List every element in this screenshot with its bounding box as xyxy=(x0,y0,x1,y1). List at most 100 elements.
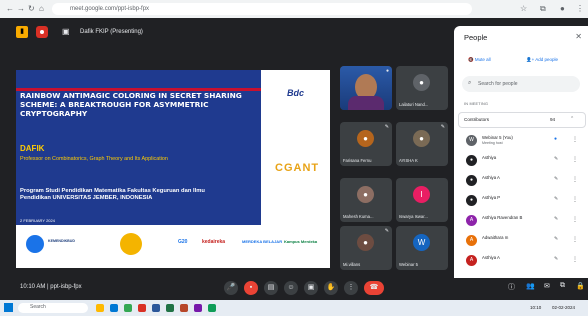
camera-shirt xyxy=(348,96,384,110)
avatar: A xyxy=(466,215,477,226)
speaking-icon: ● xyxy=(554,136,558,142)
more-vert-icon[interactable]: ⋮ xyxy=(572,236,578,243)
people-icon[interactable]: 👥 xyxy=(526,282,535,290)
excel-icon[interactable] xyxy=(166,304,174,312)
participant-tile[interactable]: W Webinar 5 xyxy=(396,226,448,270)
more-vert-icon[interactable]: ⋮ xyxy=(572,136,578,143)
onenote-icon[interactable] xyxy=(194,304,202,312)
mic-off-icon: ✎ xyxy=(554,156,559,162)
meet-control-bar: 10:10 AM | ppt-isbp-fpx 🎤 ▪ ▤ ☺ ▣ ✋ ⋮ ☎ xyxy=(0,278,588,300)
meet-stage: ▮ ▣ Dafik FKIP (Presenting) RAINBOW ANTI… xyxy=(0,18,452,278)
mute-all-button[interactable]: 🔇 Mute all xyxy=(468,54,491,66)
meeting-clock: 10:10 AM xyxy=(20,284,46,290)
participant-tile[interactable]: ● ✎ AYISHA K xyxy=(396,122,448,166)
participant-tile[interactable]: ● Mahesh Kuma... xyxy=(340,178,392,222)
list-item[interactable]: ● Asthiya A ✎ ⋮ xyxy=(454,172,588,192)
captions-button[interactable]: ▤ xyxy=(264,281,278,295)
avatar: ● xyxy=(466,195,477,206)
close-icon[interactable]: ✕ xyxy=(575,32,582,41)
mic-button[interactable]: 🎤 xyxy=(224,281,238,295)
section-label: IN MEETING xyxy=(464,102,489,106)
more-options-button[interactable]: ⋮ xyxy=(344,281,358,295)
camera-button[interactable]: ▪ xyxy=(244,281,258,295)
mic-off-icon: ✎ xyxy=(554,216,559,222)
participant-tile[interactable]: ● ✎ Mi.villans xyxy=(340,226,392,270)
avatar: I xyxy=(413,186,430,203)
mic-off-icon: ✎ xyxy=(554,236,559,242)
list-item[interactable]: W Webinar 5 (You) Meeting host ● ⋮ xyxy=(454,132,588,152)
list-item[interactable]: ● Asthiya P ✎ ⋮ xyxy=(454,192,588,212)
cgant-logo: CGANT xyxy=(275,162,320,174)
participant-tile[interactable]: I Iswarya Iswar... xyxy=(396,178,448,222)
powerpoint-icon[interactable] xyxy=(180,304,188,312)
raise-hand-button[interactable]: ✋ xyxy=(324,281,338,295)
meet-icon[interactable] xyxy=(208,304,216,312)
taskbar-search-label: Search xyxy=(30,304,46,310)
menu-icon[interactable]: ⋮ xyxy=(576,4,584,14)
footer-logo-5: Kampus Merdeka xyxy=(284,239,318,244)
extensions-icon[interactable]: ⧉ xyxy=(540,4,546,14)
slide-role: Professor on Combinatorics, Graph Theory… xyxy=(20,156,168,162)
folder-icon[interactable] xyxy=(96,304,104,312)
recording-icon xyxy=(36,26,48,38)
panel-title: People xyxy=(464,33,488,42)
mic-off-icon: ✎ xyxy=(554,256,559,262)
person-name: Adwaithara m xyxy=(482,235,509,240)
forward-icon[interactable]: → xyxy=(17,4,25,14)
back-icon[interactable]: ← xyxy=(6,4,14,14)
more-vert-icon[interactable]: ⋮ xyxy=(572,216,578,223)
person-name: Asthiya xyxy=(482,155,497,160)
list-item[interactable]: ● Asthiya ✎ ⋮ xyxy=(454,152,588,172)
home-icon[interactable]: ⌂ xyxy=(39,4,44,14)
mic-off-icon: ● xyxy=(385,68,389,74)
slide-author: DAFIK xyxy=(20,144,45,153)
info-icon[interactable]: ⓘ xyxy=(508,282,515,292)
lock-icon[interactable]: 🔒 xyxy=(576,282,585,290)
search-placeholder: Search for people xyxy=(478,81,518,87)
slide-logo-column: Bdc CGANT xyxy=(261,70,330,225)
avatar: ● xyxy=(466,175,477,186)
chrome-icon[interactable] xyxy=(124,304,132,312)
mic-off-icon: ✎ xyxy=(554,196,559,202)
mute-all-label: Mute all xyxy=(474,57,491,62)
present-button[interactable]: ▣ xyxy=(304,281,318,295)
participant-tile[interactable]: ● ✎ Farisana Fernu xyxy=(340,122,392,166)
windows-start-icon[interactable] xyxy=(4,303,13,312)
reload-icon[interactable]: ↻ xyxy=(28,4,35,14)
mic-off-icon: ✎ xyxy=(440,124,445,130)
emoji-button[interactable]: ☺ xyxy=(284,281,298,295)
add-people-button[interactable]: 👤+ Add people xyxy=(526,54,558,66)
list-item[interactable]: A Asthiya Ravendran B ✎ ⋮ xyxy=(454,212,588,232)
taskbar-search[interactable] xyxy=(18,303,88,313)
avatar: ● xyxy=(357,234,374,251)
participant-tile[interactable]: ● xyxy=(340,66,392,110)
meeting-code: ppt-isbp-fpx xyxy=(50,284,82,290)
profile-icon[interactable]: ● xyxy=(560,4,565,14)
participant-name: Webinar 5 xyxy=(399,262,419,267)
edge-icon[interactable] xyxy=(110,304,118,312)
list-item[interactable]: A Asthiya A ✎ ⋮ xyxy=(454,252,588,272)
more-vert-icon[interactable]: ⋮ xyxy=(572,156,578,163)
more-vert-icon[interactable]: ⋮ xyxy=(572,256,578,263)
word-icon[interactable] xyxy=(152,304,160,312)
mic-off-icon: ✎ xyxy=(384,228,389,234)
taskbar-time: 10:10 xyxy=(530,305,542,310)
more-vert-icon[interactable]: ⋮ xyxy=(572,196,578,203)
person-name: Asthiya Ravendran B xyxy=(482,215,523,220)
participant-tile[interactable]: ● Lailaturi Nand... xyxy=(396,66,448,110)
mic-off-icon: ✎ xyxy=(554,176,559,182)
meeting-time: 10:10 AM | ppt-isbp-fpx xyxy=(20,284,82,290)
avatar: A xyxy=(466,235,477,246)
chat-icon[interactable]: ✉ xyxy=(544,282,550,290)
kemendikbud-logo xyxy=(26,235,44,253)
app-icon[interactable] xyxy=(138,304,146,312)
end-call-button[interactable]: ☎ xyxy=(364,281,384,295)
list-item[interactable]: A Adwaithara m ✎ ⋮ xyxy=(454,232,588,252)
activities-icon[interactable]: ⧉ xyxy=(560,282,565,290)
more-vert-icon[interactable]: ⋮ xyxy=(572,176,578,183)
contributors-label: Contributors xyxy=(464,117,490,122)
chevron-up-icon[interactable]: ⌃ xyxy=(570,116,574,122)
slide-date: 2 FEBRUARY 2024 xyxy=(20,218,55,223)
person-name: Asthiya P xyxy=(482,195,501,200)
star-icon[interactable]: ☆ xyxy=(520,4,527,14)
